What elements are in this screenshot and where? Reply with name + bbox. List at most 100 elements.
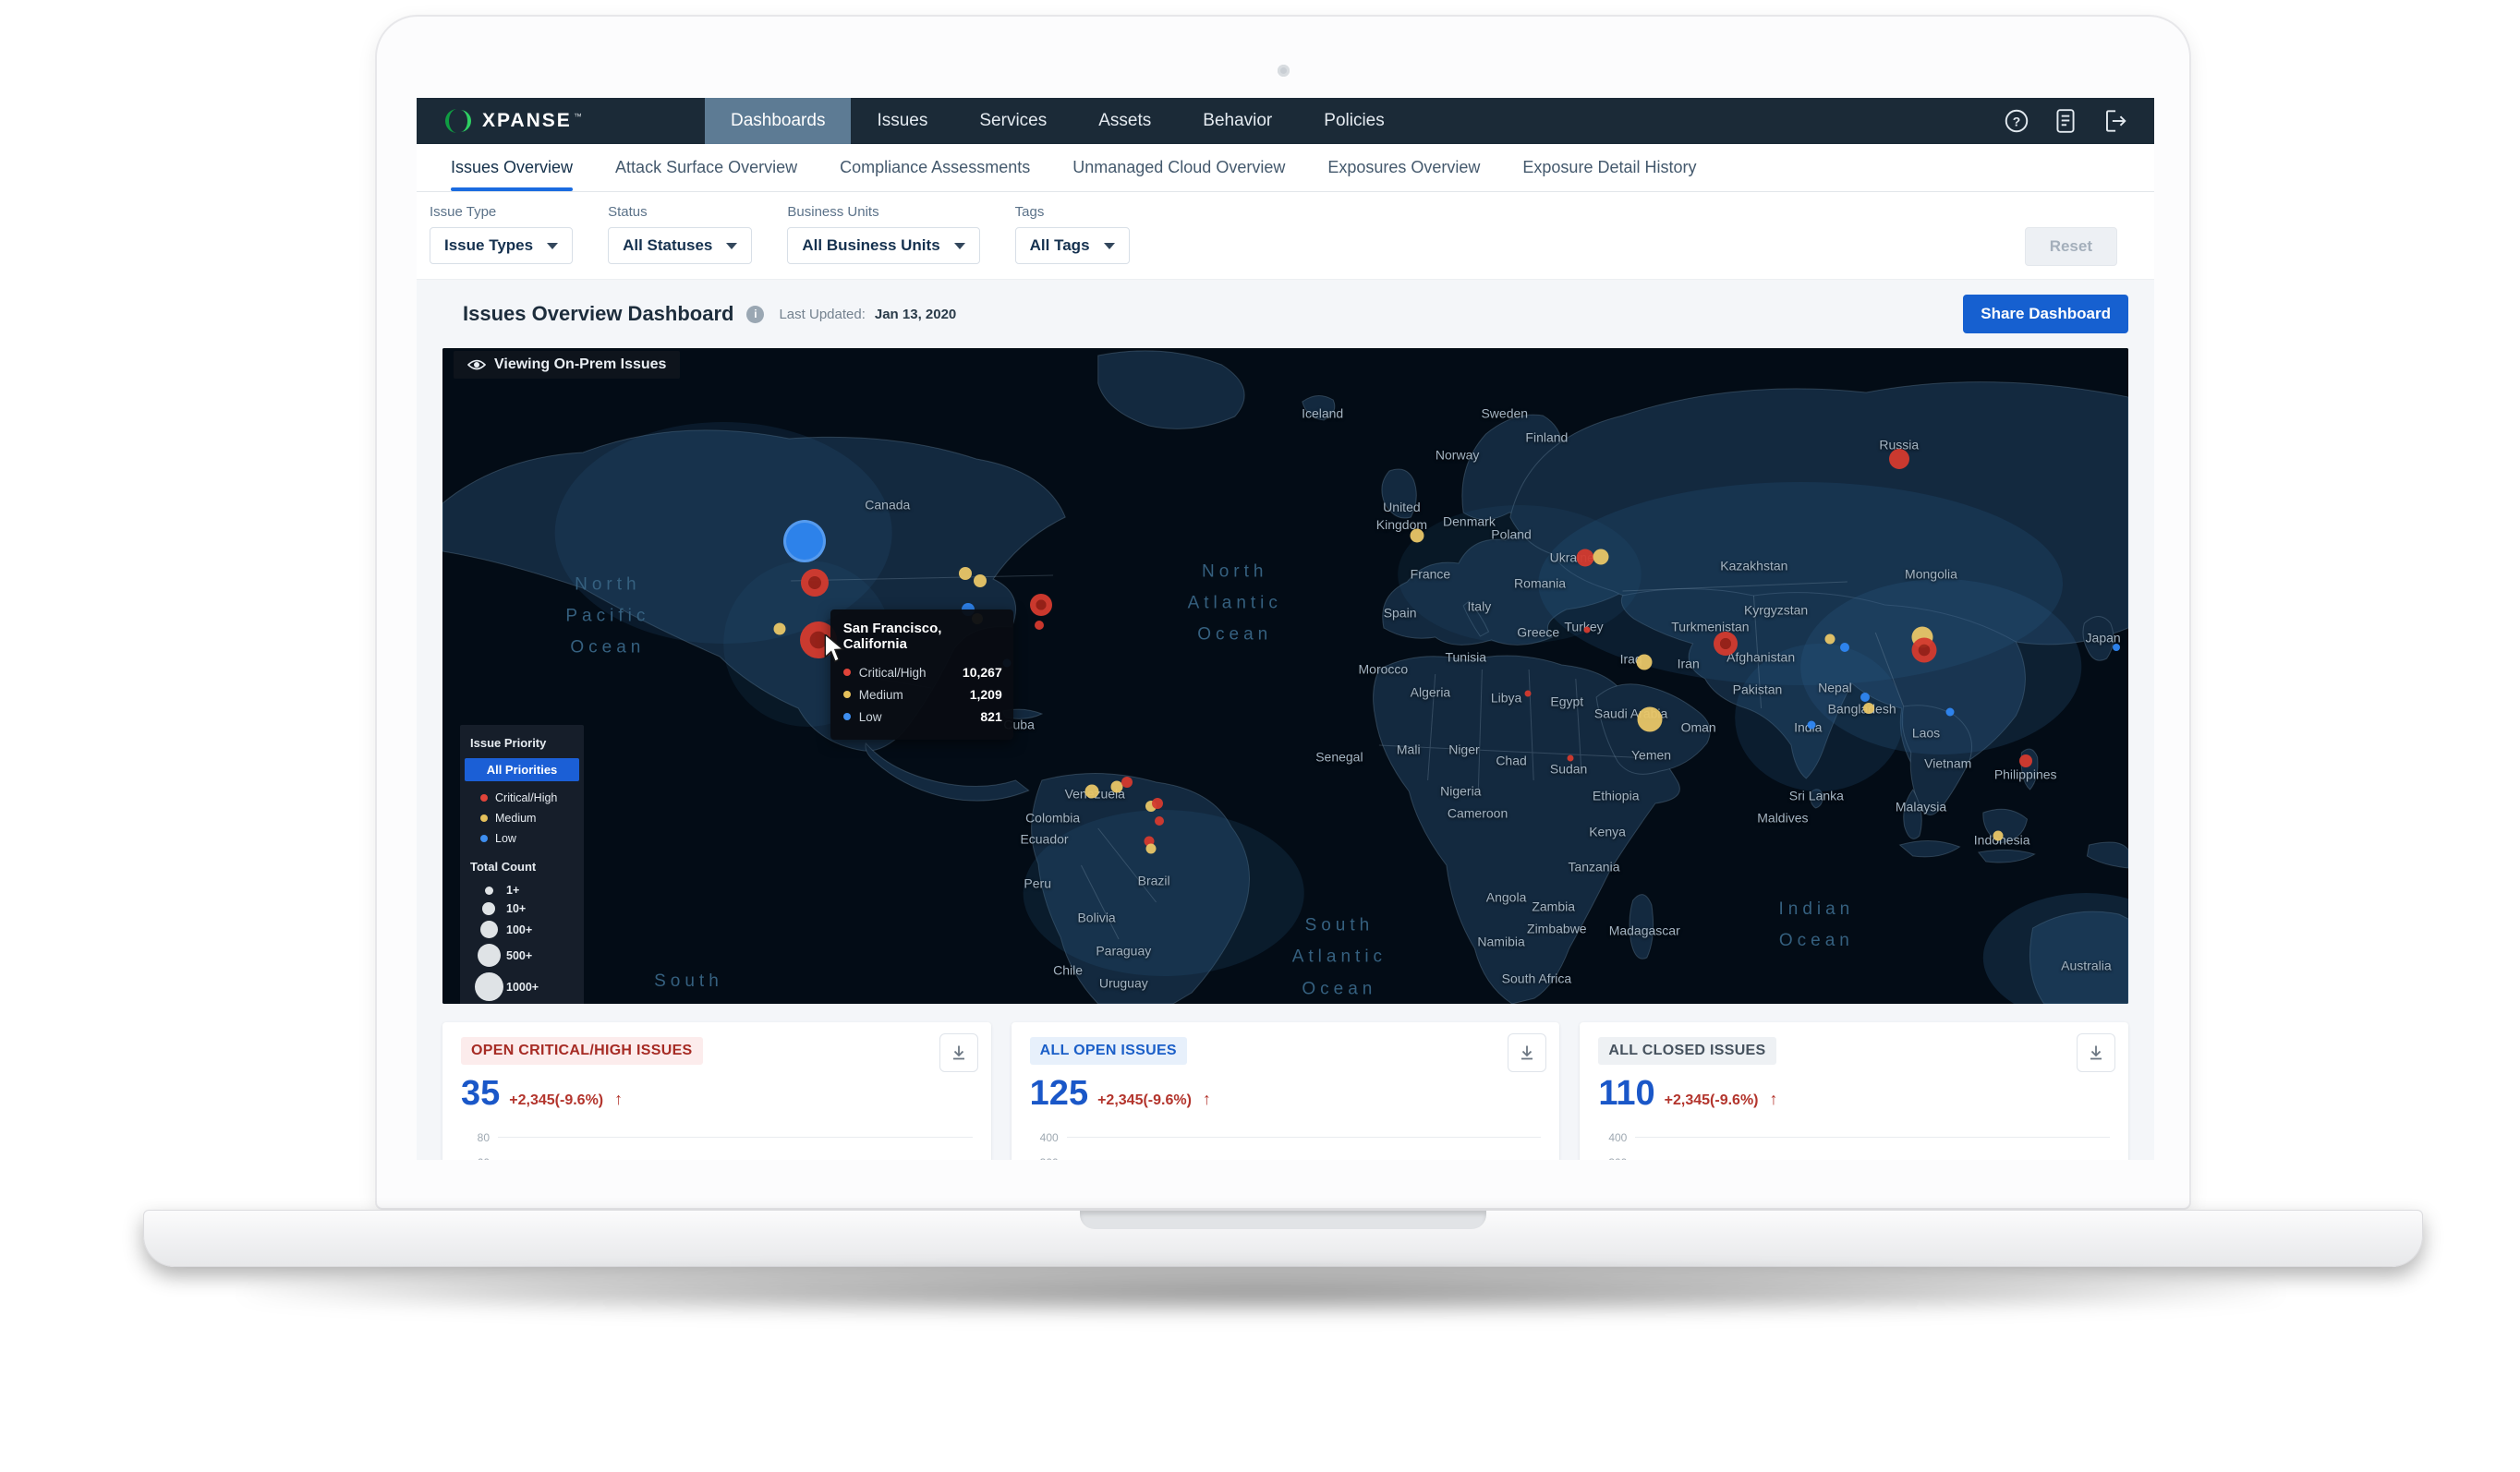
legend-count-label: 10+ bbox=[506, 902, 526, 915]
chart-grid-row: 300 bbox=[1030, 1150, 1542, 1160]
chart-grid-label: 400 bbox=[1598, 1131, 1635, 1144]
download-icon[interactable] bbox=[2077, 1033, 2115, 1072]
issue-dot-yellow-4[interactable] bbox=[959, 567, 972, 580]
tooltip-rows: Critical/High10,267Medium1,209Low821 bbox=[843, 661, 1002, 728]
legend-priority-low[interactable]: Low bbox=[460, 828, 584, 849]
issue-dot-red-13[interactable] bbox=[1121, 777, 1133, 788]
tab-unmanaged-cloud-overview[interactable]: Unmanaged Cloud Overview bbox=[1072, 144, 1285, 191]
count-circle-wrap bbox=[471, 921, 506, 938]
reset-button[interactable]: Reset bbox=[2025, 227, 2117, 266]
chart-grid-line bbox=[1635, 1137, 2110, 1138]
issue-dot-yellow-32[interactable] bbox=[1824, 634, 1835, 645]
count-circle-icon bbox=[475, 972, 503, 1001]
download-icon[interactable] bbox=[1508, 1033, 1546, 1072]
map-label-zambia: Zambia bbox=[1532, 898, 1575, 915]
nav-items: DashboardsIssuesServicesAssetsBehaviorPo… bbox=[705, 98, 1411, 144]
issue-dot-yellow-24[interactable] bbox=[1637, 655, 1653, 670]
filter-dropdown-status[interactable]: All Statuses bbox=[608, 227, 752, 264]
map-label-norway: Norway bbox=[1436, 446, 1479, 464]
map-label-vietnam: Vietnam bbox=[1924, 755, 1971, 773]
legend-priority-critical-high[interactable]: Critical/High bbox=[460, 788, 584, 808]
issue-dot-red-8[interactable] bbox=[1030, 594, 1052, 616]
issue-dot-red-1[interactable] bbox=[801, 569, 829, 597]
issue-dot-red-9[interactable] bbox=[1035, 621, 1044, 630]
issue-dot-red-27[interactable] bbox=[1525, 691, 1532, 697]
issue-dot-yellow-5[interactable] bbox=[974, 574, 987, 587]
issue-dot-red-37[interactable] bbox=[2019, 754, 2032, 767]
map-label-turkmenistan: Turkmenistan bbox=[1671, 618, 1749, 635]
priority-dot-icon bbox=[480, 794, 488, 802]
issue-dot-blue-36[interactable] bbox=[1945, 708, 1954, 717]
nav-item-behavior[interactable]: Behavior bbox=[1177, 98, 1298, 144]
nav-item-issues[interactable]: Issues bbox=[851, 98, 953, 144]
issue-dot-yellow-19[interactable] bbox=[1410, 529, 1424, 543]
issue-dot-red-35[interactable] bbox=[1912, 638, 1937, 663]
brand-logo[interactable]: XPANSE ™ bbox=[417, 98, 705, 144]
last-updated-label: Last Updated: bbox=[779, 307, 865, 322]
issue-dot-blue-29[interactable] bbox=[1807, 720, 1815, 729]
stat-card-badge: ALL OPEN ISSUES bbox=[1030, 1037, 1187, 1065]
issue-dot-yellow-3[interactable] bbox=[774, 622, 786, 634]
map-label-kenya: Kenya bbox=[1589, 824, 1626, 841]
tab-attack-surface-overview[interactable]: Attack Surface Overview bbox=[615, 144, 797, 191]
filter-dropdown-issue-type[interactable]: Issue Types bbox=[430, 227, 573, 264]
help-icon[interactable]: ? bbox=[2003, 107, 2030, 135]
issue-dot-red-22[interactable] bbox=[1584, 626, 1591, 633]
mouse-cursor-icon bbox=[823, 634, 847, 664]
tab-exposures-overview[interactable]: Exposures Overview bbox=[1327, 144, 1480, 191]
share-dashboard-button[interactable]: Share Dashboard bbox=[1963, 295, 2128, 333]
priority-dot-icon bbox=[480, 814, 488, 822]
filter-dropdown-business-units[interactable]: All Business Units bbox=[787, 227, 979, 264]
issue-dot-red-16[interactable] bbox=[1155, 816, 1164, 826]
world-map[interactable]: North Pacific OceanNorth Atlantic OceanS… bbox=[442, 348, 2128, 1004]
nav-item-policies[interactable]: Policies bbox=[1298, 98, 1410, 144]
legend-count-label: 1+ bbox=[506, 884, 519, 897]
nav-item-dashboards[interactable]: Dashboards bbox=[705, 98, 851, 144]
issue-dot-red-20[interactable] bbox=[1577, 549, 1594, 567]
logout-icon[interactable] bbox=[2101, 107, 2128, 135]
issue-dot-red-28[interactable] bbox=[1567, 754, 1573, 761]
map-label-madagascar: Madagascar bbox=[1609, 923, 1680, 940]
map-label-maldives: Maldives bbox=[1757, 810, 1808, 827]
map-label-colombia: Colombia bbox=[1025, 810, 1080, 827]
issue-dot-yellow-11[interactable] bbox=[1084, 784, 1098, 798]
download-icon[interactable] bbox=[939, 1033, 978, 1072]
issue-dot-yellow-26[interactable] bbox=[1637, 706, 1662, 731]
count-circle-wrap bbox=[471, 887, 506, 895]
chart-grid-label: 300 bbox=[1030, 1156, 1067, 1161]
map-label-kazakhstan: Kazakhstan bbox=[1720, 557, 1787, 574]
nav-item-services[interactable]: Services bbox=[953, 98, 1072, 144]
issue-dot-red-23[interactable] bbox=[1889, 449, 1909, 469]
legend-count-10: 10+ bbox=[460, 899, 584, 918]
legend-all-priorities[interactable]: All Priorities bbox=[465, 758, 579, 781]
issue-dot-red-15[interactable] bbox=[1152, 798, 1163, 809]
tab-exposure-detail-history[interactable]: Exposure Detail History bbox=[1522, 144, 1696, 191]
filter-dropdown-tags[interactable]: All Tags bbox=[1015, 227, 1130, 264]
chart-grid-label: 80 bbox=[461, 1131, 498, 1144]
legend-total-rows: 1+10+100+500+1000+ bbox=[460, 881, 584, 1004]
issue-dot-blue-33[interactable] bbox=[1840, 643, 1849, 652]
info-icon[interactable]: i bbox=[746, 306, 764, 323]
tooltip-row-value: 1,209 bbox=[970, 687, 1002, 702]
release-notes-icon[interactable] bbox=[2053, 107, 2078, 135]
issue-dot-blue-31[interactable] bbox=[1860, 693, 1870, 702]
count-circle-wrap bbox=[471, 972, 506, 1001]
issue-dot-yellow-38[interactable] bbox=[1993, 831, 2004, 841]
map-label-mongolia: Mongolia bbox=[1905, 565, 1957, 583]
nav-item-assets[interactable]: Assets bbox=[1072, 98, 1177, 144]
tab-issues-overview[interactable]: Issues Overview bbox=[451, 144, 573, 191]
tab-compliance-assessments[interactable]: Compliance Assessments bbox=[840, 144, 1030, 191]
issue-dot-yellow-30[interactable] bbox=[1863, 703, 1874, 714]
issue-dot-red-25[interactable] bbox=[1714, 632, 1738, 656]
legend-priority-medium[interactable]: Medium bbox=[460, 808, 584, 828]
brand-name: XPANSE bbox=[482, 110, 572, 132]
map-label-chile: Chile bbox=[1053, 961, 1083, 979]
tooltip-dot-icon bbox=[843, 669, 851, 676]
issue-dot-blue-39[interactable] bbox=[2113, 644, 2120, 651]
issue-dot-blue-0[interactable] bbox=[783, 520, 826, 562]
page-title: Issues Overview Dashboard bbox=[463, 302, 733, 326]
filter-status: StatusAll Statuses bbox=[608, 204, 752, 264]
issue-dot-yellow-21[interactable] bbox=[1593, 549, 1608, 564]
tooltip-row-label: Critical/High bbox=[859, 666, 927, 680]
issue-dot-yellow-18[interactable] bbox=[1145, 844, 1156, 854]
